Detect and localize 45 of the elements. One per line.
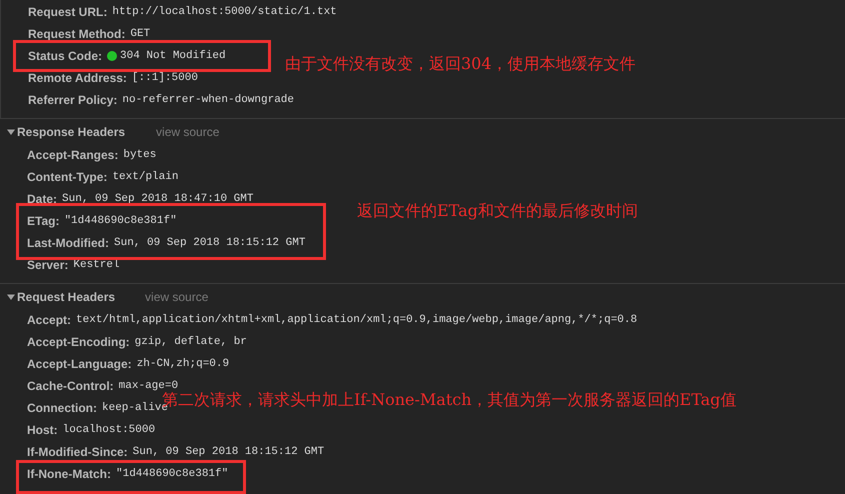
header-value: localhost:5000 <box>62 424 156 436</box>
section-toggle[interactable]: Response Headers <box>7 122 126 140</box>
header-value: gzip, deflate, br <box>134 336 247 348</box>
caret-icon <box>7 292 15 300</box>
annotation-note: 返回文件的ETag和文件的最后修改时间 <box>357 200 638 222</box>
header-name: Content-Type: <box>27 171 108 183</box>
header-name: Request Method: <box>28 28 126 40</box>
header-name: Accept-Language: <box>27 358 132 370</box>
header-value: bytes <box>123 150 156 160</box>
header-value: "1d448690c8e381f" <box>116 468 228 480</box>
header-name: Connection: <box>27 402 97 414</box>
annotation-note: 由于文件没有改变，返回304，使用本地缓存文件 <box>285 53 636 75</box>
view-source-link[interactable]: view source <box>156 122 220 140</box>
header-value: no-referrer-when-downgrade <box>122 94 294 106</box>
header-value: text/plain <box>112 172 178 182</box>
header-value: GET <box>130 28 150 40</box>
header-name: Accept-Encoding: <box>27 336 130 348</box>
header-name: Status Code: <box>28 50 102 62</box>
header-name: Cache-Control: <box>27 380 114 392</box>
header-name: Referrer Policy: <box>28 94 118 106</box>
header-name: Accept-Ranges: <box>27 149 118 161</box>
header-name: Request URL: <box>28 6 108 18</box>
header-value: "1d448690c8e381f" <box>64 216 177 226</box>
header-value: [::1]:5000 <box>132 72 198 84</box>
header-value: Sun, 09 Sep 2018 18:15:12 GMT <box>132 446 324 458</box>
header-value: 304 Not Modified <box>120 50 226 62</box>
header-name: Accept: <box>27 314 72 326</box>
header-value: Kestrel <box>73 260 120 270</box>
header-name: If-Modified-Since: <box>27 446 128 458</box>
header-value: text/html,application/xhtml+xml,application/xml;q=0.9,image/webp,image/apng,*/*;q=0.8 <box>76 314 638 326</box>
header-name: Last-Modified: <box>27 237 109 249</box>
header-value: zh-CN,zh;q=0.9 <box>136 358 230 370</box>
header-value: http://localhost:5000/static/1.txt <box>112 6 337 18</box>
header-value: max-age=0 <box>118 380 178 392</box>
header-name: Date: <box>27 193 58 205</box>
header-name: Host: <box>27 424 58 436</box>
header-name: ETag: <box>27 215 60 227</box>
header-value: Sun, 09 Sep 2018 18:47:10 GMT <box>62 194 254 204</box>
section-toggle[interactable]: Request Headers <box>7 288 116 306</box>
header-value: Sun, 09 Sep 2018 18:15:12 GMT <box>114 238 306 248</box>
header-name: Server: <box>27 259 68 271</box>
caret-icon <box>7 128 15 136</box>
header-name: If-None-Match: <box>27 468 111 480</box>
header-name: Remote Address: <box>28 72 127 84</box>
view-source-link[interactable]: view source <box>145 288 208 306</box>
